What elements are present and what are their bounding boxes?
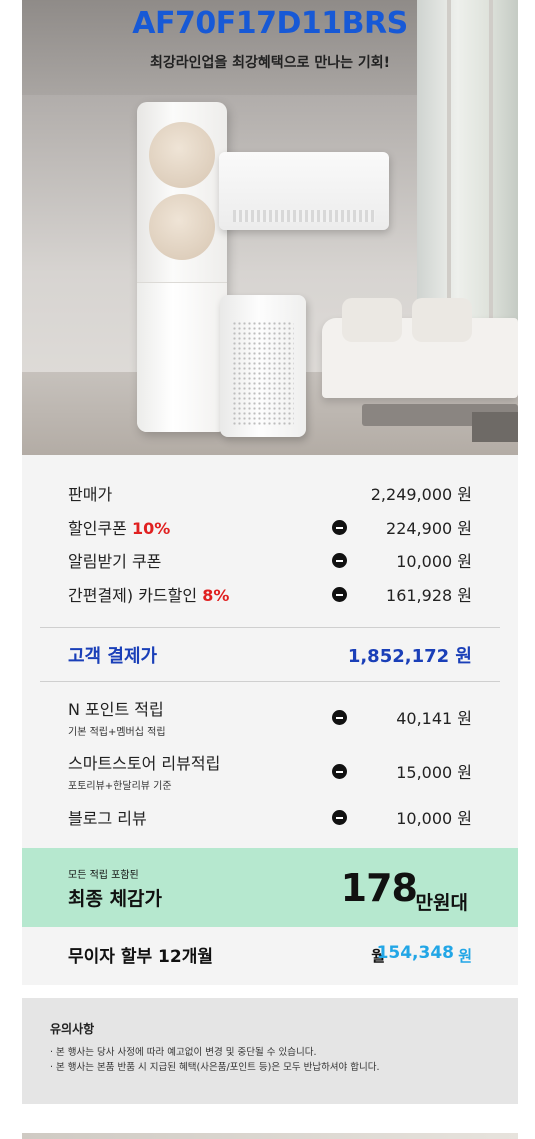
minus-icon (332, 520, 347, 535)
price-value: 161,928 원 (386, 586, 472, 605)
minus-icon (332, 587, 347, 602)
minus-icon (332, 764, 347, 779)
payment-label: 고객 결제가 (68, 646, 158, 667)
minus-icon (332, 553, 347, 568)
points-sublabel: 포토리뷰+한달리뷰 기준 (68, 781, 172, 792)
notice-box: 유의사항 · 본 행사는 당사 사정에 따라 예고없이 변경 및 중단될 수 있… (22, 998, 518, 1104)
minus-icon (332, 710, 347, 725)
price-row-card-discount: 간편결제) 카드할인 8% 161,928 원 (68, 580, 472, 608)
points-row-review: 스마트스토어 리뷰적립 포토리뷰+한달리뷰 기준 15,000 원 (68, 749, 472, 793)
installment-label: 무이자 할부 12개월 (68, 947, 213, 967)
payment-row: 고객 결제가 1,852,172 원 (68, 641, 472, 669)
price-value: 10,000 원 (396, 552, 472, 571)
installment-row: 무이자 할부 12개월 월 154,348 원 (22, 927, 518, 985)
wall-aircon-image (219, 152, 389, 230)
promo-page: AF70F17D11BRS 최강라인업을 최강혜택으로 만나는 기회! 판매가 … (0, 0, 535, 1139)
sofa-image (322, 298, 518, 398)
stand-aircon-image (137, 102, 227, 432)
payment-value: 1,852,172 원 (347, 646, 472, 667)
price-row-notify-coupon: 알림받기 쿠폰 10,000 원 (68, 546, 472, 574)
discount-percent: 10% (131, 519, 171, 538)
price-label: 할인쿠폰 (68, 519, 132, 538)
minus-icon (332, 810, 347, 825)
divider (40, 627, 500, 628)
final-price-banner: 모든 적립 포함된 최종 체감가 178 만원대 (22, 848, 518, 927)
points-value: 40,141 원 (396, 709, 472, 728)
price-value: 224,900 원 (386, 519, 472, 538)
price-value: 2,249,000 원 (370, 485, 472, 504)
next-section-image (22, 1133, 518, 1139)
points-row-blog: 블로그 리뷰 10,000 원 (68, 803, 472, 831)
price-row-coupon: 할인쿠폰 10% 224,900 원 (68, 513, 472, 541)
price-label: 간편결제) 카드할인 (68, 586, 203, 605)
model-title: AF70F17D11BRS (132, 6, 408, 41)
notice-title: 유의사항 (50, 1022, 95, 1036)
points-sublabel: 기본 적립+멤버십 적립 (68, 727, 166, 738)
points-value: 10,000 원 (396, 809, 472, 828)
notice-line: · 본 행사는 본품 반품 시 지급된 혜택(사은품/포인트 등)은 모두 반납… (50, 1062, 380, 1073)
final-caption: 모든 적립 포함된 (68, 870, 139, 881)
hero-subtitle: 최강라인업을 최강혜택으로 만나는 기회! (150, 55, 390, 71)
points-value: 15,000 원 (396, 763, 472, 782)
final-unit: 만원대 (415, 892, 468, 914)
points-row-npoint: N 포인트 적립 기본 적립+멤버십 적립 40,141 원 (68, 695, 472, 739)
price-label: 판매가 (68, 485, 113, 504)
hero-banner: AF70F17D11BRS 최강라인업을 최강혜택으로 만나는 기회! (22, 0, 518, 455)
final-number: 178 (340, 866, 418, 910)
installment-amount: 154,348 (376, 943, 454, 963)
discount-percent: 8% (202, 586, 230, 605)
divider (40, 681, 500, 682)
final-label: 최종 체감가 (68, 888, 163, 910)
air-purifier-image (220, 295, 306, 437)
price-row-sale: 판매가 2,249,000 원 (68, 479, 472, 507)
notice-line: · 본 행사는 당사 사정에 따라 예고없이 변경 및 중단될 수 있습니다. (50, 1047, 317, 1058)
installment-won: 원 (458, 947, 472, 965)
